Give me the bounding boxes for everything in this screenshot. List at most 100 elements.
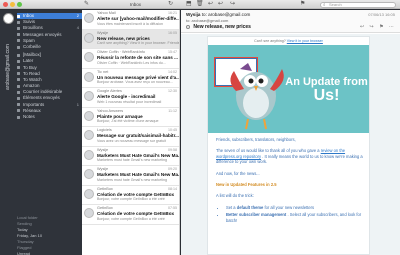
- folder-icon: [17, 45, 20, 49]
- hero-banner: An Update from Us!: [208, 45, 369, 133]
- folder-label: To Watch: [23, 76, 42, 82]
- message-time: 09:58: [168, 147, 177, 152]
- search-input[interactable]: ⌕ Search: [320, 1, 396, 8]
- message-row[interactable]: Yahoo Answers 11:12 Plainte pour arnaque Bo…: [82, 108, 179, 127]
- sidebar-folder[interactable]: Notes: [17, 114, 82, 120]
- sender-avatar: [84, 110, 94, 121]
- message-subject: Marketers Must Hate Gmail's New Ma...: [97, 172, 179, 177]
- message-row[interactable]: Logiciels 10:45 Message sur gratuit/saisim…: [82, 127, 179, 147]
- greeting: Friends, subscribers, translators, neigh…: [216, 137, 296, 142]
- search-icon: ⌕: [323, 1, 326, 7]
- folder-label: [Mailbox]: [23, 52, 42, 58]
- message-row[interactable]: Olivier Coffin · WebRankInfo 15:47 Réussir…: [82, 49, 179, 69]
- message-row[interactable]: Wysije 09:58 Marketers Must Hate Gmail's N…: [82, 147, 179, 166]
- message-time: 14:02: [168, 69, 177, 74]
- refresh-icon[interactable]: ↻: [168, 1, 173, 8]
- email-body: Can't see anything? View it in your brow…: [181, 34, 400, 255]
- message-row[interactable]: GetInBox 07:55 Création de votre compte Ge…: [82, 205, 179, 225]
- maximize-window-button[interactable]: [17, 2, 22, 7]
- sender-avatar: [84, 91, 94, 101]
- folder-icon: [17, 109, 20, 113]
- message-preview: Vous êtes maintenant inscrit à la diffus…: [97, 21, 164, 26]
- sender-avatar: [84, 13, 94, 23]
- message-row[interactable]: Wysije 16:05 New release, new prices Can't …: [82, 29, 179, 49]
- message-time: 16:05: [168, 30, 177, 35]
- cant-see-text: Can't see anything?: [254, 39, 286, 43]
- close-window-button[interactable]: [3, 2, 8, 7]
- feature-text: for all your new newsletters: [264, 204, 315, 210]
- sidebar-footer-item[interactable]: Unread: [17, 251, 79, 255]
- compose-icon[interactable]: ✎: [84, 1, 89, 8]
- folder-icon: [17, 115, 20, 119]
- sender-name[interactable]: Wysija: [186, 12, 200, 17]
- trash-icon[interactable]: 🗑: [196, 1, 204, 8]
- folder-label: Courrier indésirable: [23, 89, 63, 95]
- reply-all-icon[interactable]: ↩: [218, 1, 223, 8]
- message-time: 09:20: [168, 167, 177, 171]
- thanks-paragraph: The seven of us would like to thank all …: [216, 148, 363, 164]
- folder-label: To Buy: [23, 64, 37, 70]
- list-intro: A list will do the trick:: [216, 193, 254, 199]
- folder-icon: [17, 39, 20, 43]
- message-time: 07:55: [168, 206, 177, 210]
- folder-label: Corbeille: [23, 43, 41, 49]
- folder-icon: [17, 103, 20, 107]
- message-row[interactable]: Google Alertes 12:30 Alerte Google - incre…: [82, 88, 179, 108]
- hero-title-line2: Us!: [313, 87, 340, 104]
- message-subject: Réussir la refonte de son site sans ...: [97, 55, 178, 60]
- section-heading: New in Updated Features in 2.5: [216, 182, 277, 188]
- folder-icon: [17, 53, 20, 57]
- message-preview: Olivier Coffin · WebRankInfo Les infos d…: [97, 60, 166, 65]
- feature-bold: Better subscriber management: [226, 212, 287, 218]
- feature-text: Set a: [226, 204, 236, 210]
- folder-icon: [17, 78, 20, 82]
- folder-icon: [17, 72, 20, 76]
- folder-label: Inbox: [23, 13, 35, 18]
- folder-icon: [17, 26, 20, 30]
- folder-icon: [17, 97, 20, 101]
- message-preview: Vous avez un nouveau message sur gratuit: [97, 138, 166, 143]
- folder-icon: [17, 90, 20, 94]
- folder-label: Éléments envoyés: [23, 95, 60, 101]
- reply-icon[interactable]: ↩: [208, 1, 213, 8]
- message-row[interactable]: Wysije 09:20 Marketers Must Hate Gmail's N…: [82, 166, 179, 186]
- sidebar-folder[interactable]: Corbeille: [17, 44, 82, 50]
- forward-icon[interactable]: ↪: [230, 1, 235, 8]
- message-subject-text: New release, new prices: [193, 24, 251, 30]
- account-avatar[interactable]: [3, 13, 14, 24]
- message-time: 08:14: [168, 186, 177, 191]
- message-row[interactable]: Tic net 14:02 Un nouveau message privé vie…: [82, 69, 179, 88]
- message-list: Yahoo Mail 16:21 Alerte sur [yahoo-mail/mo…: [82, 10, 180, 255]
- message-preview: Can't see anything? View it in your brow…: [97, 41, 179, 45]
- flag-icon[interactable]: ⚑: [300, 1, 305, 8]
- hero-title: An Update from Us!: [284, 75, 369, 104]
- message-row[interactable]: Yahoo Mail 16:21 Alerte sur [yahoo-mail/mo…: [82, 10, 179, 30]
- sender-avatar: [84, 130, 94, 140]
- folder-icon: [17, 59, 20, 63]
- folder-icon: [17, 14, 20, 18]
- archive-icon[interactable]: ⬒: [186, 1, 192, 8]
- sidebar-footer: Local folder Sending Today Friday, Jan 10 Th…: [17, 215, 79, 255]
- folder-label: Messages envoyés: [23, 31, 62, 37]
- feature-item: Set a default theme for all your new new…: [226, 205, 363, 210]
- unread-toggle-icon[interactable]: [186, 24, 190, 29]
- folder-icon: [17, 20, 20, 24]
- message-preview: Bonjour, J'ai été victime d'une arnaque: [97, 119, 159, 123]
- minimize-window-button[interactable]: [10, 2, 15, 7]
- view-in-browser-line: Can't see anything? View it in your brow…: [208, 37, 369, 43]
- account-email-vertical: arobase@gmail.com: [5, 44, 11, 90]
- message-time: 15:47: [168, 50, 177, 54]
- message-header: Wysija to: arobase@gmail.com 07/06/13 16…: [181, 10, 400, 33]
- message-subject: Message sur gratuit/saisimail-habitr...: [97, 133, 179, 138]
- window-titlebar: ✎ Inbox ↻ ⬒ 🗑 ↩ ↩ ↪ ⚑ ⌕ Search: [0, 0, 400, 9]
- sender-avatar: [84, 188, 94, 199]
- sender-avatar: [84, 169, 94, 179]
- view-in-browser-link[interactable]: View it in your browser: [287, 39, 323, 43]
- message-preview: Marketers must hate Gmail's new marketin…: [97, 158, 167, 162]
- folder-list: Inbox 2 Suivis Brouillons 4 Messages envoyés S…: [17, 13, 82, 120]
- newsletter-content: Friends, subscribers, translators, neigh…: [208, 137, 369, 225]
- message-actions[interactable]: ↩ ↪ ⚑ ⋯: [360, 24, 396, 30]
- message-subject: New release, new prices: [186, 24, 251, 30]
- sender-line: Wysija to: arobase@gmail.com: [186, 12, 250, 17]
- message-row[interactable]: GetInBox 08:14 Création de votre compte Ge…: [82, 186, 179, 205]
